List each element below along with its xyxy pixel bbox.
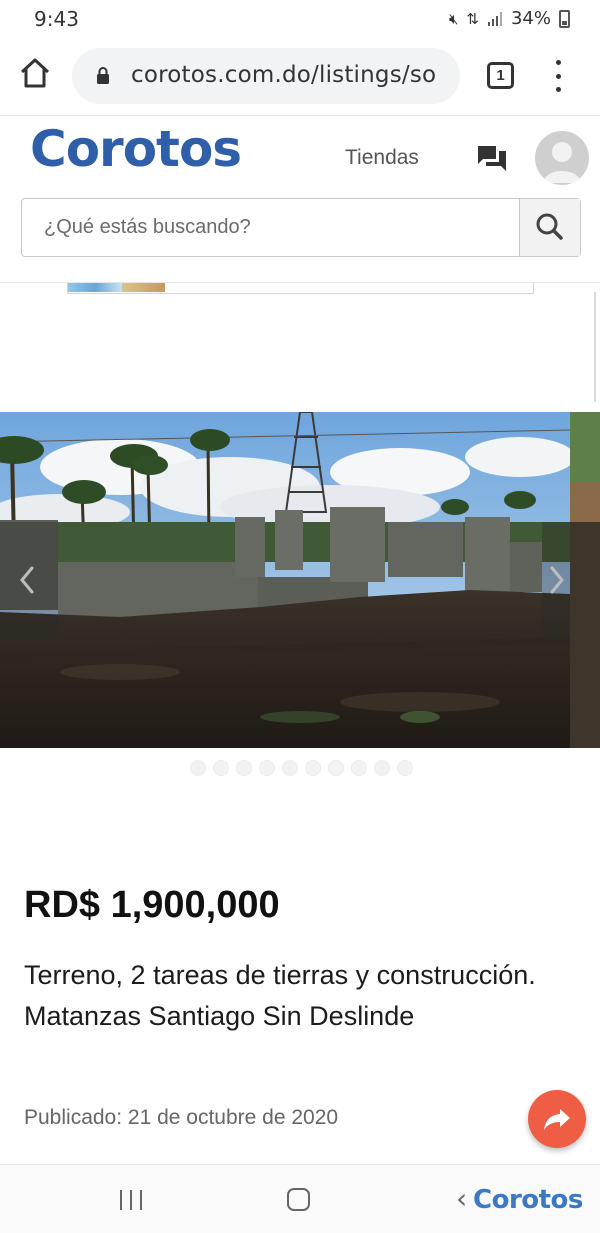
image-gallery[interactable] — [0, 412, 600, 748]
listing-price: RD$ 1,900,000 — [24, 884, 280, 926]
recents-icon[interactable] — [120, 1190, 142, 1210]
gallery-prev-button[interactable] — [0, 522, 58, 638]
gallery-dot[interactable] — [305, 760, 321, 776]
listing-title: Terreno, 2 tareas de tierras y construcc… — [24, 960, 536, 1031]
status-icons: 🔇︎ ⇅ 34% — [449, 8, 570, 29]
signal-icon — [487, 11, 502, 26]
published-date: Publicado: 21 de octubre de 2020 — [24, 1106, 339, 1129]
system-nav-bar: ‹ Corotos — [0, 1164, 600, 1233]
listing-photo[interactable] — [0, 412, 570, 748]
address-bar[interactable]: corotos.com.do/listings/so — [72, 48, 460, 104]
url-text: corotos.com.do/listings/so — [131, 62, 437, 88]
data-icon: ⇅ — [466, 9, 479, 28]
home-icon[interactable] — [18, 56, 52, 90]
gallery-dot[interactable] — [374, 760, 390, 776]
avatar-icon — [543, 142, 581, 183]
chevron-left-icon — [20, 566, 34, 594]
share-icon — [544, 1109, 570, 1130]
avatar[interactable] — [535, 131, 589, 185]
gallery-dot[interactable] — [328, 760, 344, 776]
chevron-right-icon — [550, 566, 564, 594]
gallery-dots — [190, 760, 413, 776]
search-icon — [536, 213, 563, 240]
next-photo-preview[interactable] — [570, 412, 600, 748]
nav-brand-logo: Corotos — [473, 1185, 583, 1215]
home-nav-icon[interactable] — [287, 1188, 310, 1211]
gallery-dot[interactable] — [190, 760, 206, 776]
nav-tiendas-link[interactable]: Tiendas — [345, 146, 419, 170]
gallery-dot[interactable] — [213, 760, 229, 776]
tabs-icon[interactable]: 1 — [487, 62, 514, 89]
gallery-dot[interactable] — [282, 760, 298, 776]
search-button[interactable] — [519, 199, 580, 256]
gallery-dot[interactable] — [236, 760, 252, 776]
gallery-dot[interactable] — [259, 760, 275, 776]
back-icon[interactable]: ‹ — [456, 1185, 467, 1213]
browser-toolbar: corotos.com.do/listings/so 1 — [0, 36, 600, 116]
battery-percent: 34% — [510, 8, 551, 29]
gallery-next-button[interactable] — [542, 522, 570, 638]
status-time: 9:43 — [34, 7, 79, 31]
lock-icon — [97, 67, 109, 84]
mute-icon: 🔇︎ — [448, 9, 459, 28]
ad-banner[interactable] — [67, 283, 534, 294]
chat-icon[interactable] — [476, 143, 508, 173]
site-header: Corotos Tiendas — [0, 117, 600, 283]
search-bar — [21, 198, 581, 257]
battery-icon — [559, 9, 570, 28]
scroll-indicator — [594, 292, 596, 402]
site-logo[interactable]: Corotos — [30, 120, 242, 178]
gallery-dot[interactable] — [397, 760, 413, 776]
ad-thumbnail — [68, 283, 122, 292]
search-input[interactable] — [22, 199, 520, 256]
status-bar: 9:43 🔇︎ ⇅ 34% — [0, 0, 600, 36]
more-vert-icon[interactable] — [552, 60, 564, 92]
ad-thumbnail — [122, 283, 165, 292]
gallery-dot[interactable] — [351, 760, 367, 776]
share-button[interactable] — [528, 1090, 586, 1148]
